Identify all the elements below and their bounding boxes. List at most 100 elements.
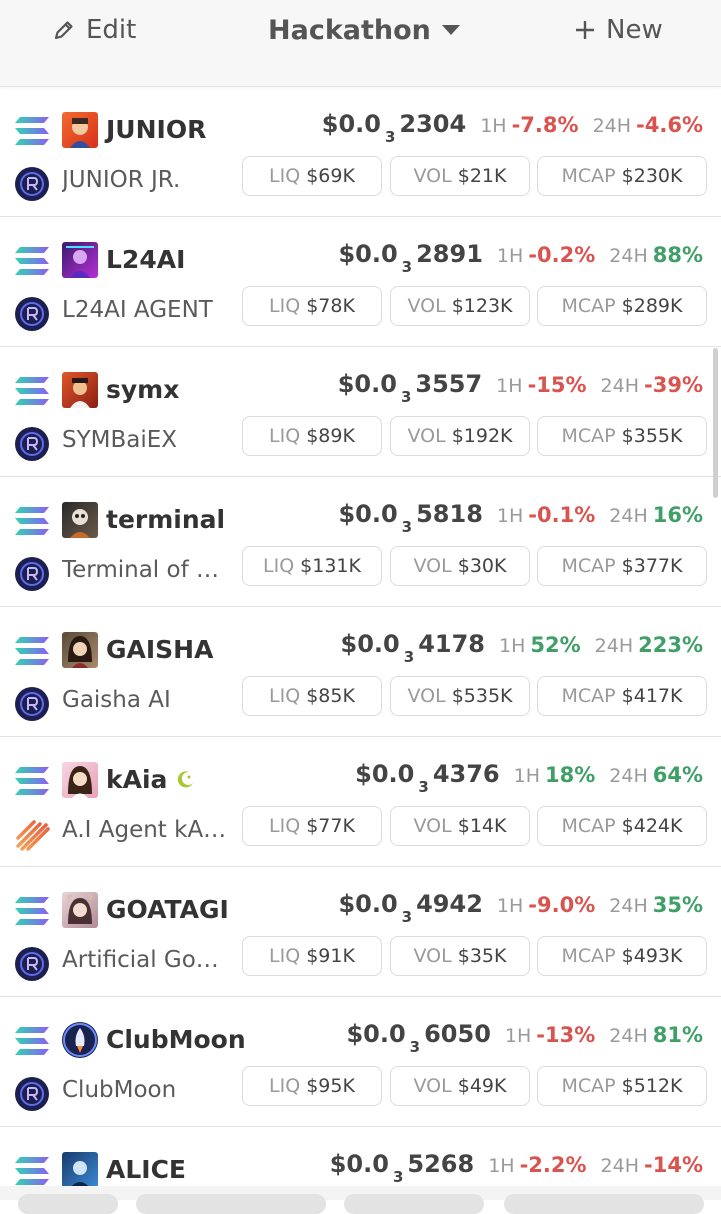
- change-1h: -7.8%: [511, 113, 579, 137]
- token-name: Artificial Go…: [62, 947, 219, 973]
- price-stats: $0.0 3 2304 1H -7.8% 24H -4.6%: [322, 110, 703, 146]
- liquidity-pill[interactable]: LIQ $89K: [242, 416, 382, 456]
- price-zero-count: 3: [392, 1168, 404, 1186]
- raydium-icon: [15, 167, 49, 201]
- mcap-label: MCAP: [561, 815, 616, 837]
- solana-icon: [15, 247, 49, 275]
- filter-chip[interactable]: [18, 1194, 118, 1214]
- raydium-icon: [15, 297, 49, 331]
- label-1h: 1H: [496, 895, 524, 917]
- solana-icon: [15, 507, 49, 535]
- pencil-icon: [54, 21, 73, 40]
- vol-value: $123K: [451, 295, 513, 317]
- price-digits: 2891: [416, 240, 483, 268]
- token-avatar: [62, 372, 98, 408]
- token-name: L24AI AGENT: [62, 297, 213, 323]
- label-24h: 24H: [609, 1025, 648, 1047]
- change-1h: -0.1%: [528, 503, 596, 527]
- edit-button[interactable]: Edit: [52, 10, 136, 50]
- solana-icon: [15, 1027, 49, 1055]
- token-avatar: [62, 502, 98, 538]
- token-symbol: terminal: [106, 505, 226, 534]
- watchlist-title: Hackathon: [268, 14, 431, 46]
- change-1h: 18%: [545, 763, 596, 787]
- label-1h: 1H: [504, 1025, 532, 1047]
- market-cap-pill[interactable]: MCAP $377K: [537, 546, 707, 586]
- vol-value: $49K: [457, 1075, 507, 1097]
- label-24h: 24H: [600, 375, 640, 397]
- volume-pill[interactable]: VOL $123K: [390, 286, 530, 326]
- liq-label: LIQ: [263, 555, 295, 577]
- liq-value: $95K: [306, 1075, 355, 1097]
- token-row[interactable]: terminal $0.0 3 5818 1H -0.1% 24H 16% Termin…: [0, 476, 721, 607]
- liquidity-pill[interactable]: LIQ $77K: [242, 806, 382, 846]
- volume-pill[interactable]: VOL $192K: [390, 416, 530, 456]
- volume-pill[interactable]: VOL $35K: [390, 936, 530, 976]
- vol-label: VOL: [413, 555, 452, 577]
- raydium-icon: [15, 1077, 49, 1111]
- label-1h: 1H: [496, 505, 524, 527]
- new-label: New: [606, 15, 663, 45]
- mcap-value: $424K: [621, 815, 683, 837]
- liq-value: $91K: [306, 945, 355, 967]
- market-cap-pill[interactable]: MCAP $230K: [537, 156, 707, 196]
- raydium-icon: [15, 947, 49, 981]
- market-cap-pill[interactable]: MCAP $417K: [537, 676, 707, 716]
- label-1h: 1H: [480, 115, 507, 137]
- liquidity-pill[interactable]: LIQ $85K: [242, 676, 382, 716]
- price-digits: 2304: [399, 110, 467, 138]
- volume-pill[interactable]: VOL $535K: [390, 676, 530, 716]
- price-stats: $0.0 3 6050 1H -13% 24H 81%: [346, 1020, 703, 1056]
- price-zero-count: 3: [401, 518, 413, 536]
- price-prefix: $0.0: [321, 110, 381, 138]
- token-row[interactable]: GOATAGI $0.0 3 4942 1H -9.0% 24H 35% Artific…: [0, 866, 721, 997]
- vol-label: VOL: [413, 815, 452, 837]
- token-row[interactable]: JUNIOR $0.0 3 2304 1H -7.8% 24H -4.6% JUNIOR…: [0, 86, 721, 217]
- change-24h: 16%: [652, 503, 703, 527]
- liquidity-pill[interactable]: LIQ $91K: [242, 936, 382, 976]
- new-button[interactable]: New: [574, 10, 663, 50]
- liq-value: $77K: [306, 815, 355, 837]
- market-cap-pill[interactable]: MCAP $424K: [537, 806, 707, 846]
- filter-chip[interactable]: [136, 1194, 326, 1214]
- liquidity-pill[interactable]: LIQ $78K: [242, 286, 382, 326]
- market-cap-pill[interactable]: MCAP $493K: [537, 936, 707, 976]
- filter-chip[interactable]: [344, 1194, 484, 1214]
- price-stats: $0.0 3 2891 1H -0.2% 24H 88%: [338, 240, 703, 276]
- scrollbar-thumb[interactable]: [713, 348, 718, 498]
- token-name: ClubMoon: [62, 1077, 177, 1103]
- token-row[interactable]: GAISHA $0.0 3 4178 1H 52% 24H 223% Gaisha AI…: [0, 606, 721, 737]
- market-cap-pill[interactable]: MCAP $289K: [537, 286, 707, 326]
- token-row[interactable]: kAia $0.0 3 4376 1H 18% 24H 64% A.I Agent kA…: [0, 736, 721, 867]
- token-avatar: [62, 1022, 98, 1058]
- solana-icon: [15, 1157, 49, 1185]
- token-row[interactable]: symx $0.0 3 3557 1H -15% 24H -39% SYMBaiEX L…: [0, 346, 721, 477]
- filter-chip[interactable]: [504, 1194, 704, 1214]
- price-stats: $0.0 3 5818 1H -0.1% 24H 16%: [338, 500, 703, 536]
- token-row[interactable]: ClubMoon $0.0 3 6050 1H -13% 24H 81% ClubMoo…: [0, 996, 721, 1127]
- market-cap-pill[interactable]: MCAP $512K: [537, 1066, 707, 1106]
- volume-pill[interactable]: VOL $21K: [390, 156, 530, 196]
- price-digits: 3557: [415, 370, 483, 398]
- liq-label: LIQ: [269, 945, 301, 967]
- liquidity-pill[interactable]: LIQ $95K: [242, 1066, 382, 1106]
- change-24h: -4.6%: [636, 113, 703, 137]
- token-avatar: [62, 762, 98, 798]
- token-row[interactable]: L24AI $0.0 3 2891 1H -0.2% 24H 88% L24AI AGE…: [0, 216, 721, 347]
- volume-pill[interactable]: VOL $49K: [390, 1066, 530, 1106]
- mcap-value: $493K: [621, 945, 683, 967]
- token-symbol: L24AI: [106, 245, 186, 274]
- volume-pill[interactable]: VOL $30K: [390, 546, 530, 586]
- label-1h: 1H: [498, 635, 526, 657]
- token-symbol: ClubMoon: [106, 1025, 246, 1054]
- vol-value: $21K: [457, 165, 507, 187]
- watchlist-selector[interactable]: Hackathon: [268, 10, 461, 50]
- liq-value: $131K: [300, 555, 361, 577]
- liquidity-pill[interactable]: LIQ $69K: [242, 156, 382, 196]
- volume-pill[interactable]: VOL $14K: [390, 806, 530, 846]
- vol-label: VOL: [413, 945, 452, 967]
- market-cap-pill[interactable]: MCAP $355K: [537, 416, 707, 456]
- price-stats: $0.0 3 5268 1H -2.2% 24H -14%: [330, 1150, 703, 1186]
- mcap-value: $355K: [621, 425, 683, 447]
- liquidity-pill[interactable]: LIQ $131K: [242, 546, 382, 586]
